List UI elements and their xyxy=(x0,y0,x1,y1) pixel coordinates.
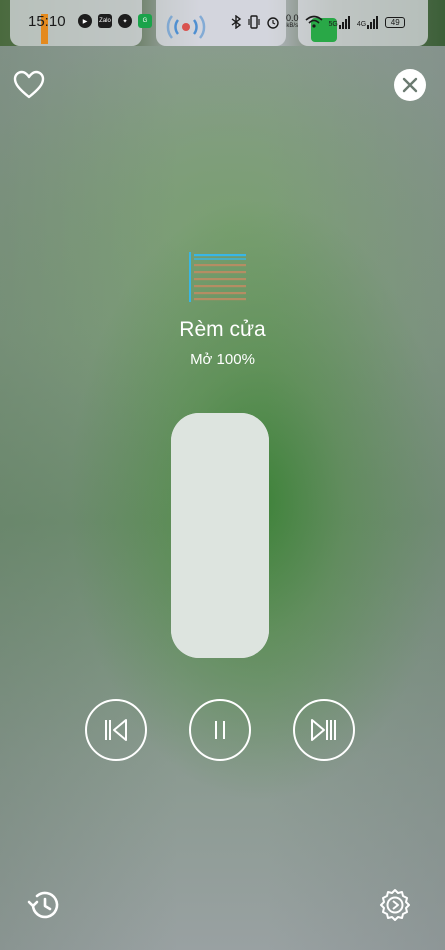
battery-indicator: 49 xyxy=(385,16,406,28)
history-icon xyxy=(27,891,59,919)
play-circle-icon: ▶ xyxy=(78,14,92,28)
device-status: Mở 100% xyxy=(190,351,255,368)
vibrate-icon xyxy=(248,15,260,29)
skip-previous-icon xyxy=(105,719,127,741)
network-speed-value: 0.0 xyxy=(286,13,299,23)
wifi-icon xyxy=(304,15,323,28)
skip-next-icon xyxy=(311,719,336,741)
network-speed-unit: kB/s xyxy=(286,23,299,29)
close-icon xyxy=(402,77,418,93)
settings-button[interactable] xyxy=(377,887,413,923)
skip-next-button[interactable] xyxy=(293,699,355,761)
signal-icon xyxy=(338,16,350,29)
battery-level: 49 xyxy=(390,17,400,27)
zalo-icon: Zalo xyxy=(98,14,112,28)
curtain-icon xyxy=(189,252,246,302)
device-name: Rèm cửa xyxy=(179,318,266,341)
network-type-label: 5G xyxy=(328,21,338,28)
curtain-level-slider[interactable] xyxy=(171,413,269,658)
bluetooth-icon xyxy=(231,15,242,29)
settings-gear-icon xyxy=(380,889,410,921)
heart-icon xyxy=(13,70,45,99)
pause-icon xyxy=(215,721,225,739)
signal-icon xyxy=(367,16,379,29)
status-time: 15:10 xyxy=(28,13,66,30)
status-bar: 15:10 ▶ Zalo ✦ G 0.0 kB/s 5G 4G 49 xyxy=(0,0,445,46)
network-type-label: 4G xyxy=(356,21,367,28)
pause-button[interactable] xyxy=(189,699,251,761)
cast-icon xyxy=(166,15,206,39)
history-button[interactable] xyxy=(26,887,62,923)
favorite-button[interactable] xyxy=(12,68,46,102)
green-app-icon: G xyxy=(138,14,152,28)
messenger-icon: ✦ xyxy=(118,14,132,28)
close-button[interactable] xyxy=(394,69,426,101)
slider-fill xyxy=(171,413,269,658)
alarm-icon xyxy=(267,17,279,29)
skip-previous-button[interactable] xyxy=(85,699,147,761)
